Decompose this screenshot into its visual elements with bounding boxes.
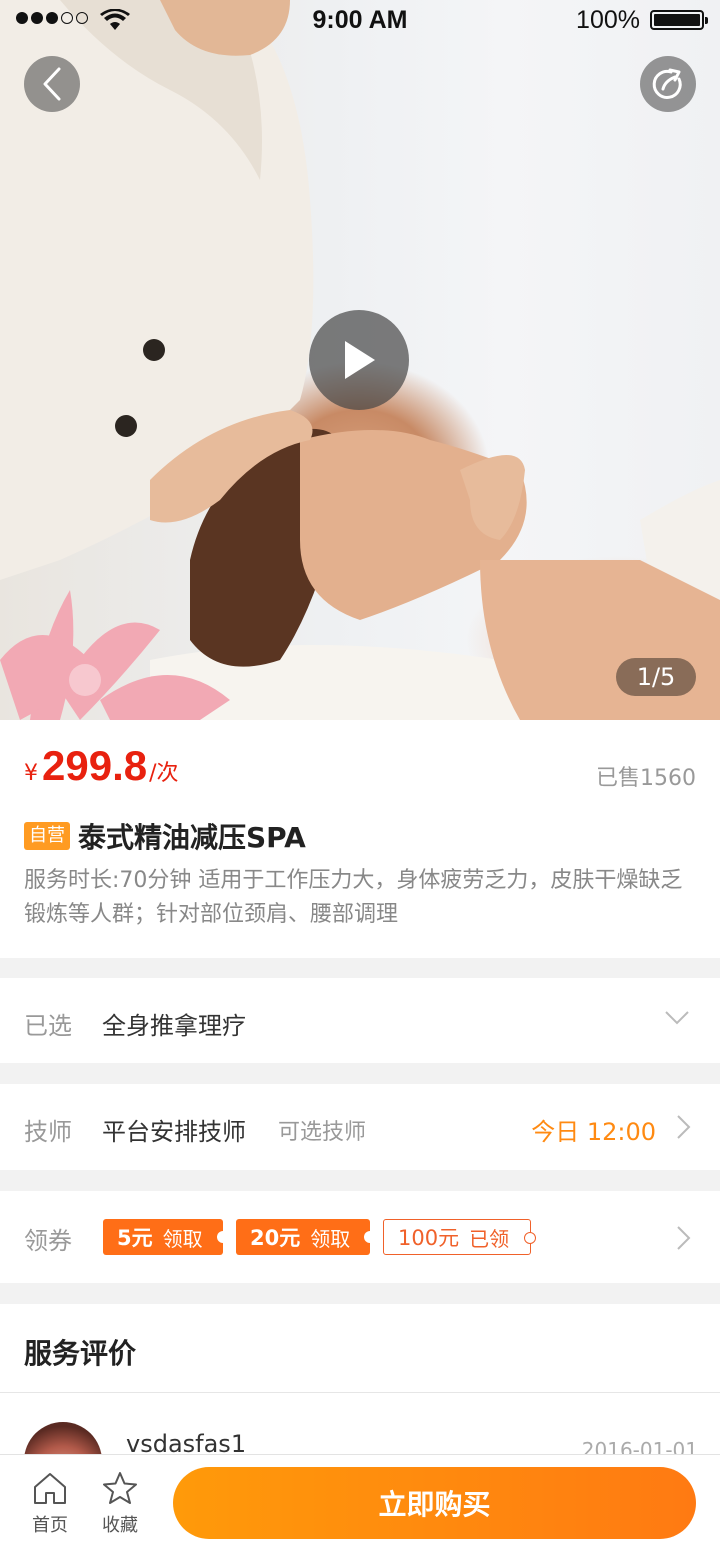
play-icon (345, 341, 375, 379)
tab-favorite[interactable]: 收藏 (90, 1471, 150, 1537)
price: ¥ 299.8 /次 (24, 742, 179, 790)
appointment-time: 今日 12:00 (531, 1118, 656, 1146)
technician-value: 平台安排技师 (102, 1118, 246, 1146)
technician-option[interactable]: 可选技师 (278, 1114, 366, 1146)
sold-count: 已售1560 (596, 766, 696, 791)
title-row: 自营 泰式精油减压SPA (24, 816, 306, 856)
self-operated-badge: 自营 (24, 822, 70, 850)
technician-row[interactable]: 技师 平台安排技师 可选技师 今日 12:00 (0, 1084, 720, 1170)
hero-media[interactable]: 9:00 AM 100% 1/5 (0, 0, 720, 720)
coupon-amount: 20元 (250, 1226, 301, 1250)
coupon-5[interactable]: 5元 领取 (103, 1219, 229, 1255)
coupon-amount: 5元 (117, 1226, 153, 1250)
selected-option-row[interactable]: 已选 全身推拿理疗 (0, 978, 720, 1063)
coupon-action: 领取 (162, 1226, 203, 1251)
divider (0, 1392, 720, 1393)
home-icon (34, 1473, 66, 1504)
star-icon (103, 1472, 137, 1504)
product-title: 泰式精油减压SPA (78, 821, 306, 854)
play-video-button[interactable] (309, 310, 409, 410)
tab-home-label: 首页 (32, 1515, 68, 1536)
chevron-down-icon (665, 1011, 689, 1025)
image-page-indicator: 1/5 (616, 658, 696, 696)
tab-home[interactable]: 首页 (20, 1471, 80, 1537)
battery-icon (650, 10, 708, 30)
price-unit: /次 (149, 761, 179, 786)
share-icon (652, 68, 682, 99)
coupon-action: 领取 (310, 1226, 351, 1251)
coupon-amount: 100元 (398, 1226, 460, 1250)
coupon-label: 领券 (24, 1227, 72, 1255)
buy-now-button[interactable]: 立即购买 (173, 1467, 696, 1539)
share-button[interactable] (640, 56, 696, 112)
battery-percentage: 100% (576, 6, 640, 34)
technician-label: 技师 (24, 1118, 72, 1146)
chevron-right-icon (677, 1226, 691, 1250)
product-description: 服务时长:70分钟 适用于工作压力大，身体疲劳乏力，皮肤干燥缺乏锻炼等人群；针对… (24, 868, 683, 927)
coupon-100[interactable]: 100元 已领 (383, 1219, 536, 1255)
coupon-action: 已领 (469, 1226, 510, 1251)
selected-value: 全身推拿理疗 (102, 1012, 246, 1040)
coupon-20[interactable]: 20元 领取 (236, 1219, 376, 1255)
bottom-action-bar: 首页 收藏 立即购买 (0, 1454, 720, 1552)
tab-favorite-label: 收藏 (102, 1515, 138, 1536)
chevron-right-icon (677, 1115, 691, 1139)
chevron-left-icon (43, 67, 61, 101)
status-bar: 9:00 AM 100% (0, 0, 720, 40)
reviews-title: 服务评价 (24, 1337, 137, 1370)
back-button[interactable] (24, 56, 80, 112)
coupon-row[interactable]: 领券 5元 领取 20元 领取 100元 已领 (0, 1191, 720, 1283)
price-value: 299.8 (42, 742, 148, 789)
product-info: ¥ 299.8 /次 已售1560 自营 泰式精油减压SPA 服务时长:70分钟… (0, 720, 720, 958)
selected-label: 已选 (24, 1012, 72, 1040)
price-currency: ¥ (24, 761, 38, 786)
